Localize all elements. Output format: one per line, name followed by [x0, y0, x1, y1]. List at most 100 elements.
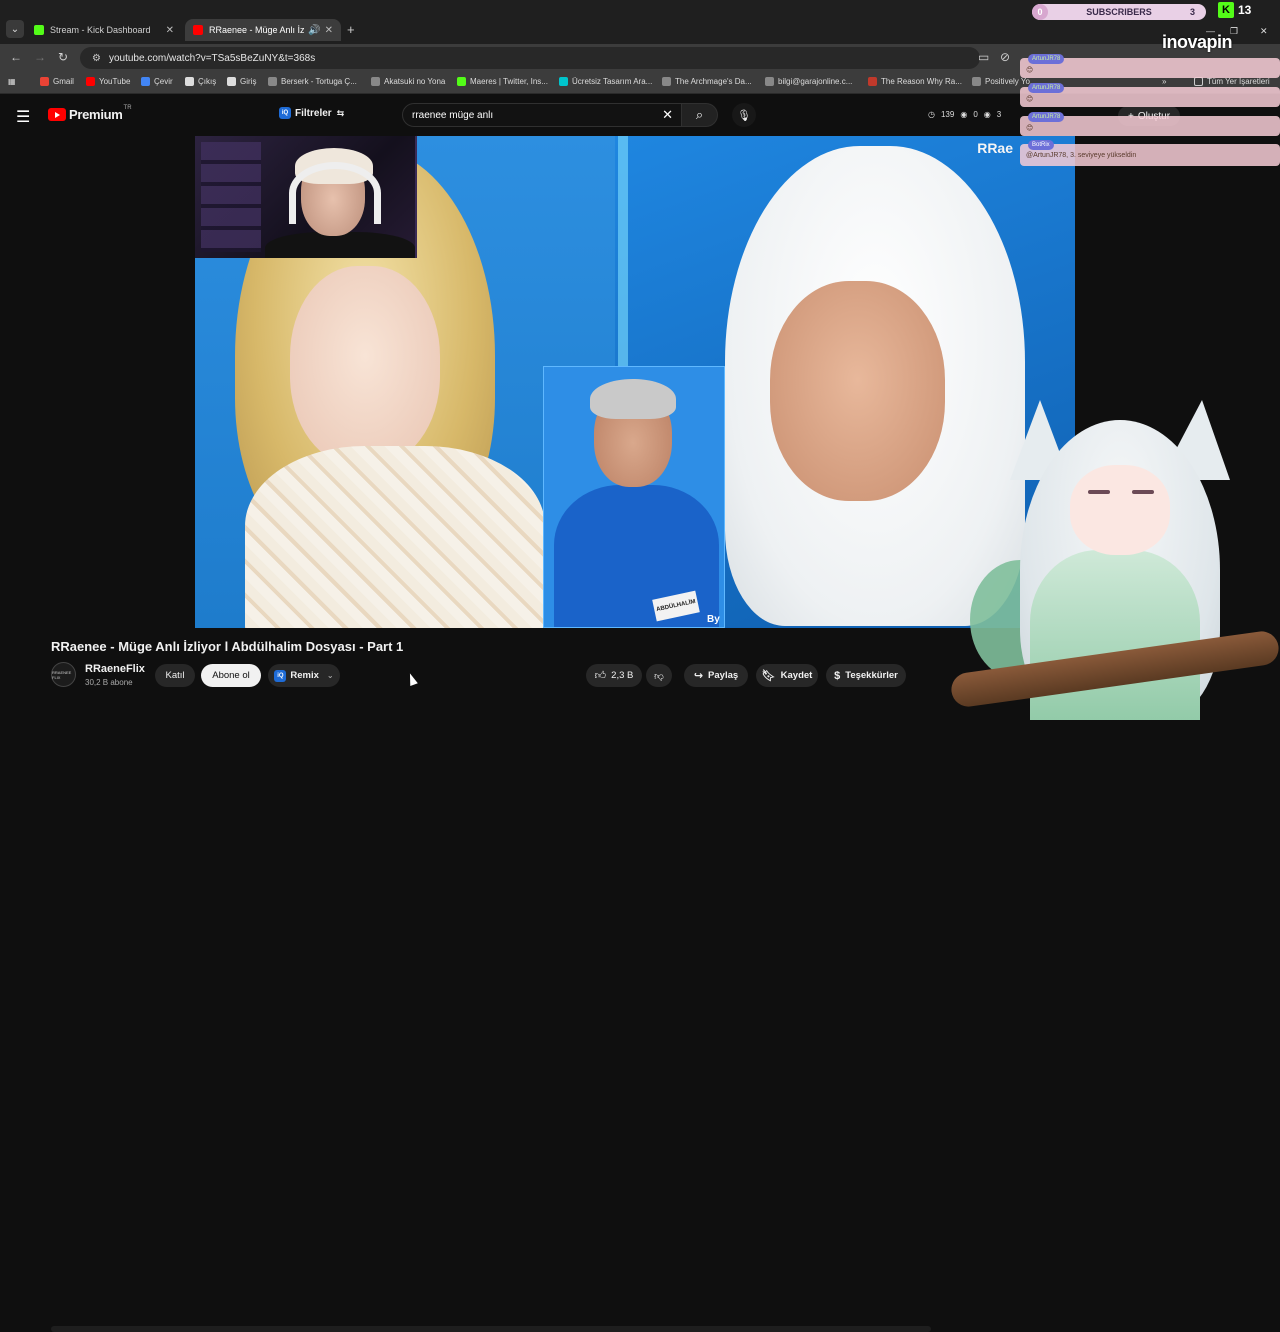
youtube-favicon-icon — [193, 25, 203, 35]
bookmark-reason[interactable]: The Reason Why Ra... — [868, 77, 962, 86]
chat-username: BotRix — [1028, 140, 1054, 150]
apps-grid-icon[interactable]: ▦ — [8, 77, 16, 86]
eye-off-icon[interactable]: ⊘ — [1000, 50, 1010, 64]
search-button[interactable]: ⌕ — [682, 103, 718, 127]
vtuber-avatar — [910, 390, 1280, 720]
thumbs-down-icon: 👎︎ — [654, 670, 664, 682]
canva-icon — [559, 77, 568, 86]
channel-name[interactable]: RRaeneFlix — [85, 663, 145, 675]
vtuber-face — [1070, 465, 1170, 555]
bookmark-archmage[interactable]: The Archmage's Da... — [662, 77, 752, 86]
thanks-label: Teşekkürler — [845, 670, 898, 681]
site-icon — [371, 77, 380, 86]
back-icon[interactable]: ← — [10, 50, 22, 64]
subs-goal-start: 0 — [1032, 4, 1048, 20]
gmail-icon — [40, 77, 49, 86]
vtuber-eye — [1088, 490, 1110, 494]
stat-views: 139 — [940, 110, 955, 119]
join-button[interactable]: Katıl — [155, 664, 195, 687]
sponsor-logo: inovapin — [1162, 32, 1233, 52]
new-tab-button[interactable]: + — [347, 22, 355, 37]
chat-text: @ArtunJR78, 3. seviyeye yükseldin — [1026, 152, 1137, 159]
site-icon — [868, 77, 877, 86]
close-tab-icon[interactable]: ✕ — [325, 25, 333, 36]
microphone-icon: 🎙 — [737, 109, 751, 122]
close-tab-icon[interactable]: ✕ — [166, 25, 174, 36]
page-icon — [185, 77, 194, 86]
bookmark-maeres[interactable]: Maeres | Twitter, Ins... — [457, 77, 548, 86]
kick-logo-icon: K — [1218, 2, 1234, 18]
filters-label: Filtreler — [295, 107, 332, 119]
channel-avatar[interactable]: RRAENEE FLIX — [51, 662, 76, 687]
bookmark-cevir[interactable]: Çevir — [141, 77, 173, 86]
save-label: Kaydet — [780, 670, 813, 681]
youtube-icon — [86, 77, 95, 86]
webcam-overlay — [195, 136, 417, 258]
webcam-body — [265, 232, 415, 258]
chat-emote-icon: 😊 — [1026, 67, 1034, 74]
bookmark-cikis[interactable]: Çıkış — [185, 77, 216, 86]
voice-search-button[interactable]: 🎙 — [732, 103, 756, 127]
forward-icon[interactable]: → — [34, 50, 46, 64]
dislike-button[interactable]: 👎︎ — [646, 664, 672, 687]
kick-viewer-count: 13 — [1238, 3, 1252, 17]
stat-other: 3 — [996, 110, 1002, 119]
globe-icon — [765, 77, 774, 86]
stat-watching: 0 — [973, 110, 978, 119]
subscriber-count: 30,2 B abone — [85, 678, 133, 687]
menu-icon[interactable]: ☰ — [16, 107, 30, 127]
iq-icon: iQ — [279, 107, 291, 119]
address-bar[interactable]: ⚙ youtube.com/watch?v=TSa5sBeZuNY&t=368s — [80, 47, 980, 69]
subscribe-button[interactable]: Abone ol — [201, 664, 261, 687]
site-info-icon[interactable]: ⚙ — [92, 53, 101, 64]
reload-icon[interactable]: ↻ — [58, 50, 68, 64]
save-button[interactable]: 🔖︎ Kaydet — [756, 664, 818, 687]
bookmark-bilgi[interactable]: bilgi@garajonline.c... — [765, 77, 852, 86]
cast-icon[interactable]: ▭ — [978, 50, 989, 64]
tab-youtube-video[interactable]: RRaenee - Müge Anlı İzliyor 🔊 ✕ — [185, 19, 341, 41]
description-box[interactable] — [51, 1326, 931, 1332]
more-bookmarks-icon[interactable]: » — [1162, 77, 1166, 86]
remix-button[interactable]: iQ Remix ⌄ — [268, 664, 340, 687]
logo-word: Premium — [69, 107, 123, 122]
window-close-icon[interactable]: ✕ — [1260, 26, 1268, 37]
tab-search-button[interactable]: ⌄ — [6, 20, 24, 38]
bookmark-positively[interactable]: Positively Yo... — [972, 77, 1037, 86]
bookmark-berserk[interactable]: Berserk - Tortuga Ç... — [268, 77, 357, 86]
filters-button[interactable]: iQ Filtreler ⇆ — [279, 107, 344, 119]
avatar-text: RRAENEE FLIX — [52, 669, 72, 680]
thanks-button[interactable]: $ Teşekkürler — [826, 664, 906, 687]
chevron-down-icon: ⌄ — [326, 671, 334, 680]
kick-viewer-badge: K 13 — [1218, 2, 1251, 18]
tab-label: RRaenee - Müge Anlı İzliyor — [209, 25, 305, 35]
video-watermark: RRae — [977, 140, 1013, 156]
clock-icon: ◷ — [928, 110, 935, 119]
webcam-shelf — [201, 142, 261, 252]
sliders-icon: ⇆ — [336, 107, 345, 118]
speaker-icon[interactable]: 🔊 — [308, 25, 320, 36]
clear-search-icon[interactable]: ✕ — [662, 107, 673, 123]
bookmark-akatsuki[interactable]: Akatsuki no Yona — [371, 77, 445, 86]
chat-message: BotRix @ArtunJR78, 3. seviyeye yükseldin — [1020, 140, 1280, 166]
bookmark-ucretsiz[interactable]: Ücretsiz Tasarım Ara... — [559, 77, 652, 86]
like-count: 2,3 B — [611, 670, 634, 681]
chat-emote-icon: 😊 — [1026, 125, 1034, 132]
bookmark-giris[interactable]: Giriş — [227, 77, 256, 86]
share-button[interactable]: ↪ Paylaş — [684, 664, 748, 687]
site-icon — [268, 77, 277, 86]
bookmark-youtube[interactable]: YouTube — [86, 77, 130, 86]
vtuber-eye — [1132, 490, 1154, 494]
thanks-icon: $ — [834, 669, 841, 682]
extension-stats: ◷ 139 ◉ 0 ◉ 3 — [928, 110, 1001, 119]
chat-username: ArtunJR78 — [1028, 83, 1065, 93]
tab-kick-dashboard[interactable]: Stream - Kick Dashboard ✕ — [26, 19, 182, 41]
site-icon — [972, 77, 981, 86]
like-button[interactable]: 👍︎ 2,3 B — [586, 664, 642, 687]
search-input[interactable]: rraenee müge anlı ✕ — [402, 103, 682, 127]
all-bookmarks[interactable]: Tüm Yer İşaretleri — [1194, 77, 1270, 86]
bookmark-gmail[interactable]: Gmail — [40, 77, 74, 86]
headset-icon — [289, 162, 381, 224]
video-inset: ABDÜLHALİM — [543, 366, 725, 628]
url-text: youtube.com/watch?v=TSa5sBeZuNY&t=368s — [108, 52, 316, 64]
youtube-logo[interactable]: Premium TR — [48, 105, 132, 122]
